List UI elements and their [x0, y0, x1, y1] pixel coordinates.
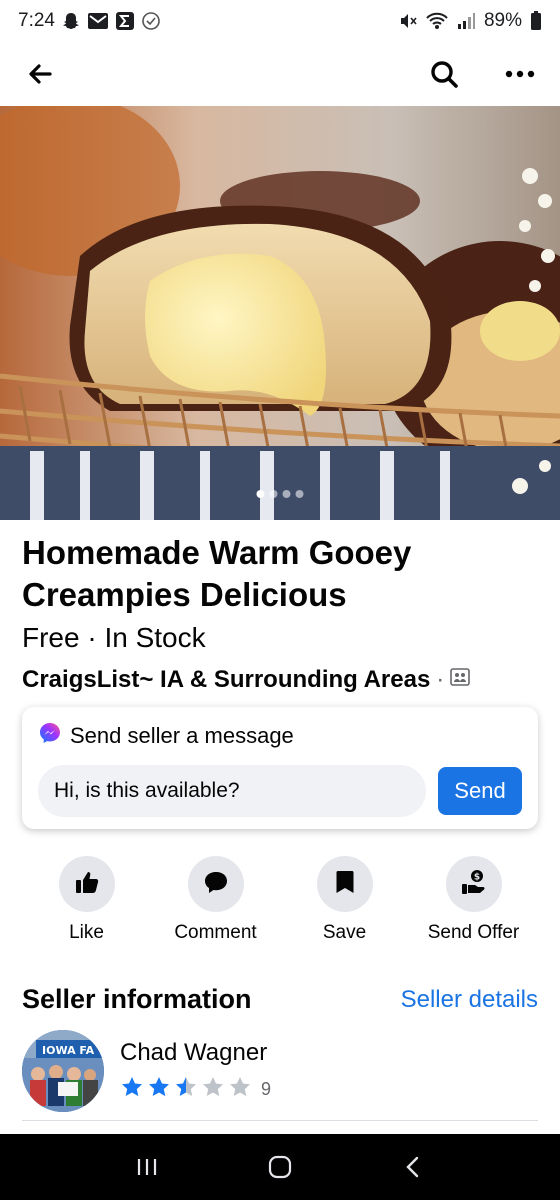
star-empty-icon: [201, 1075, 225, 1104]
mail-icon: [87, 12, 109, 30]
status-time: 7:24: [18, 10, 55, 31]
message-input[interactable]: Hi, is this available?: [38, 765, 426, 817]
check-circle-icon: [141, 11, 161, 31]
mute-icon: [398, 11, 418, 31]
message-header-label: Send seller a message: [70, 723, 294, 748]
comment-label: Comment: [174, 922, 257, 943]
location-text: CraigsList~ IA & Surrounding Areas: [22, 666, 431, 693]
message-card: Send seller a message Hi, is this availa…: [22, 707, 538, 829]
listing-location: CraigsList~ IA & Surrounding Areas ·: [22, 666, 542, 694]
status-bar: 7:24 89%: [0, 0, 560, 42]
send-offer-button[interactable]: $ Send Offer: [409, 856, 538, 944]
top-nav: [0, 42, 560, 106]
action-bar: Like Comment Save $ Send Offer: [22, 856, 538, 944]
sigma-icon: [115, 11, 135, 31]
listing-title: Homemade Warm Gooey Creampies Delicious: [22, 534, 412, 613]
donut-photo: [0, 106, 560, 520]
signal-icon: [456, 12, 476, 30]
wifi-icon: [426, 12, 448, 30]
like-button[interactable]: Like: [22, 856, 151, 944]
star-icon: [120, 1075, 144, 1104]
star-empty-icon: [228, 1075, 252, 1104]
group-icon[interactable]: [450, 666, 471, 694]
star-half-icon: [174, 1075, 198, 1104]
seller-rating: 9: [120, 1075, 271, 1104]
seller-details-link[interactable]: Seller details: [401, 986, 538, 1014]
more-horizontal-icon[interactable]: [500, 54, 540, 94]
arrow-left-icon[interactable]: [20, 54, 60, 94]
system-back-icon[interactable]: [383, 1142, 443, 1192]
save-label: Save: [322, 922, 367, 943]
listing-photo[interactable]: [0, 106, 560, 520]
image-pager: [256, 490, 304, 498]
avatar-banner-text: IOWA FA: [42, 1044, 95, 1057]
comment-icon: [202, 868, 230, 901]
seller-section-title: Seller information: [22, 984, 252, 1014]
avatar[interactable]: IOWA FA: [22, 1030, 104, 1112]
home-icon[interactable]: [250, 1142, 310, 1192]
pager-dot-4[interactable]: [295, 490, 304, 498]
listing-details: Homemade Warm Gooey Creampies Delicious …: [22, 532, 542, 694]
messenger-icon: [38, 721, 62, 751]
rating-count: 9: [261, 1078, 272, 1099]
thumbs-up-icon: [73, 868, 101, 901]
battery-percent: 89%: [483, 10, 522, 31]
pager-dot-2[interactable]: [269, 490, 278, 498]
snapchat-icon: [61, 11, 81, 31]
pager-dot-3[interactable]: [282, 490, 291, 498]
offer-icon: $: [459, 867, 489, 902]
location-separator: ·: [436, 666, 445, 693]
send-button[interactable]: Send: [438, 767, 522, 815]
pager-dot-1[interactable]: [256, 490, 265, 498]
star-icon: [147, 1075, 171, 1104]
battery-icon: [530, 11, 542, 31]
bookmark-icon: [333, 868, 357, 901]
search-icon[interactable]: [424, 54, 464, 94]
comment-button[interactable]: Comment: [151, 856, 280, 944]
recent-apps-icon[interactable]: [117, 1142, 177, 1192]
system-nav-bar: [0, 1134, 560, 1200]
svg-text:$: $: [473, 872, 479, 882]
divider: [22, 1120, 538, 1121]
message-header: Send seller a message: [38, 721, 522, 751]
seller-section-header: Seller information Seller details: [22, 984, 538, 1015]
price-stock: Free · In Stock: [22, 622, 206, 653]
save-button[interactable]: Save: [280, 856, 409, 944]
like-label: Like: [69, 922, 104, 943]
send-offer-label: Send Offer: [427, 922, 520, 943]
seller-profile[interactable]: IOWA FA Chad Wagner 9: [22, 1030, 271, 1112]
seller-name: Chad Wagner: [120, 1038, 268, 1066]
